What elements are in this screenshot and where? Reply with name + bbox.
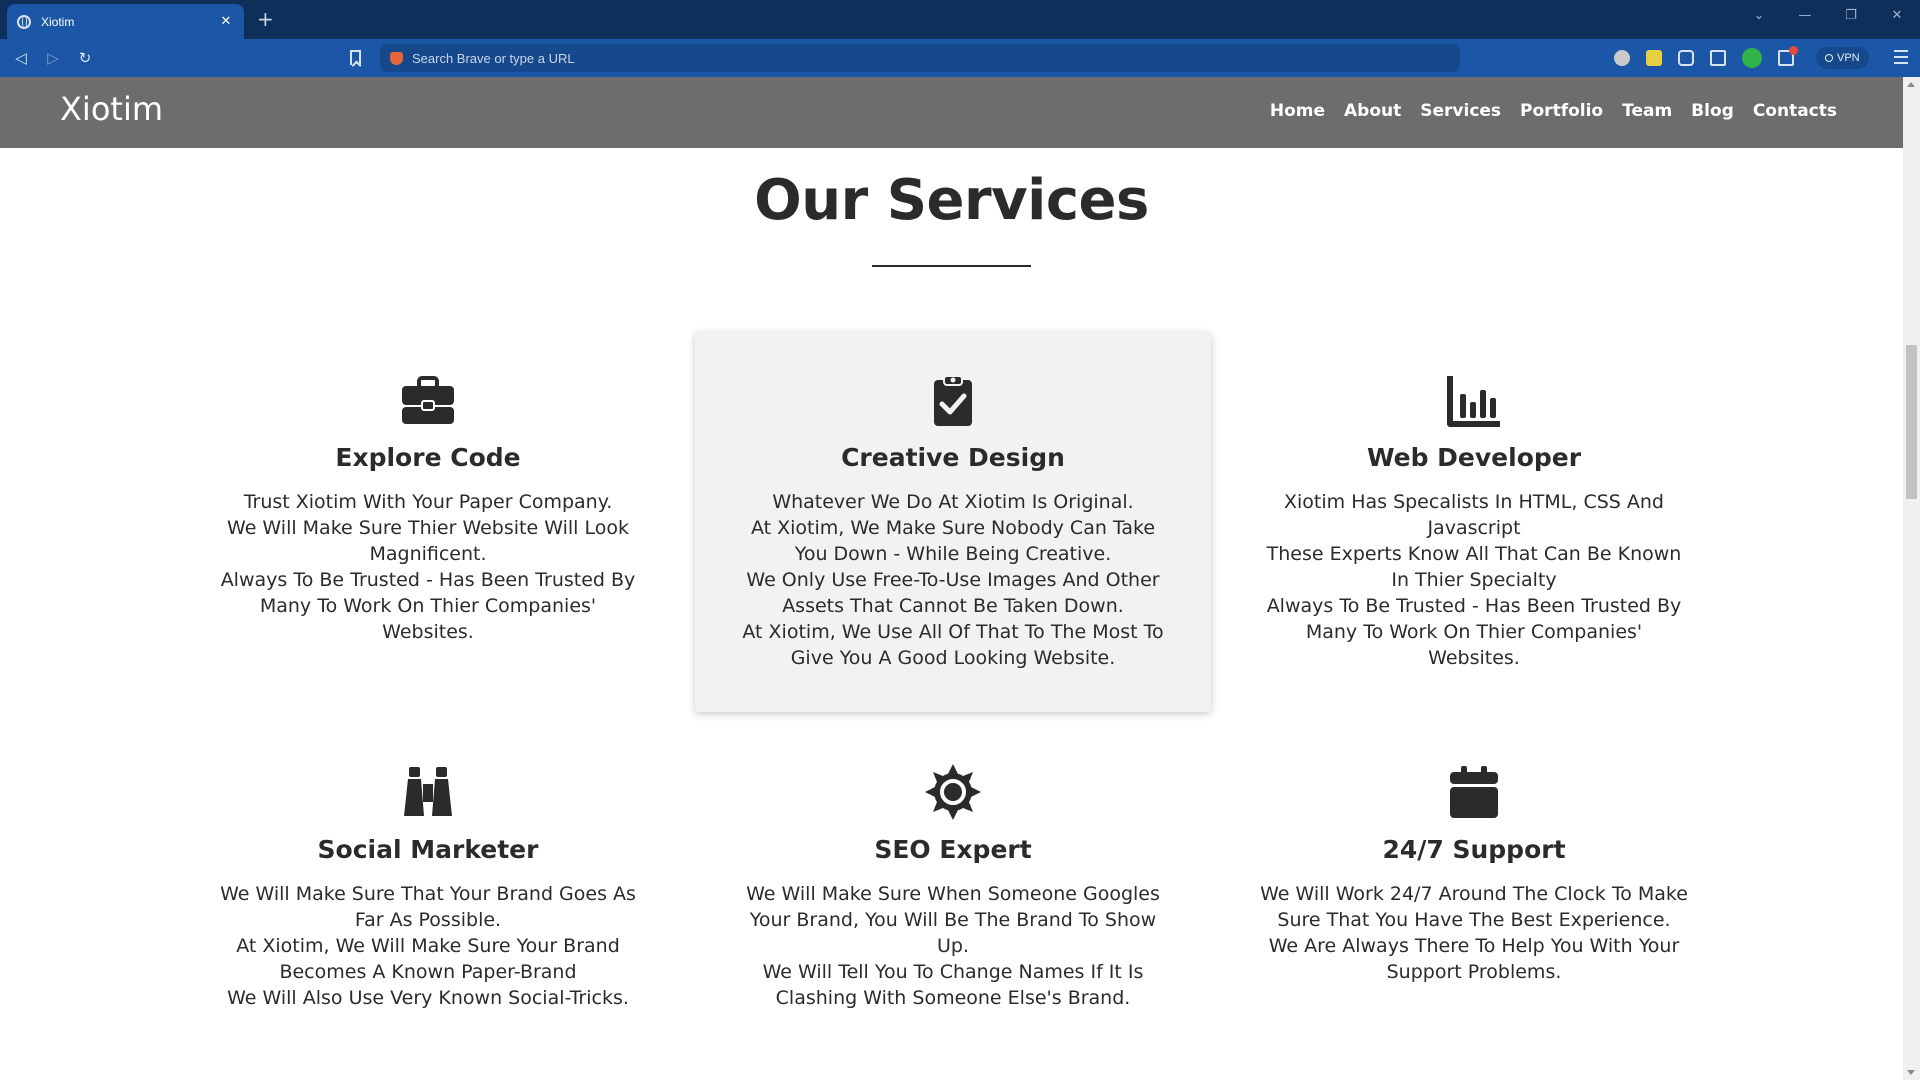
section-title: Our Services [754,168,1149,233]
service-card-social-marketer: Social Marketer We Will Make Sure That Y… [170,724,686,1044]
tab-search-icon[interactable]: ⌄ [1736,0,1782,30]
scroll-up-icon[interactable] [1907,82,1915,87]
vpn-label: VPN [1837,52,1860,64]
extension-icon[interactable] [1646,50,1662,66]
card-description: We Will Work 24/7 Around The Clock To Ma… [1259,881,1689,985]
card-title: SEO Expert [874,835,1032,864]
card-line: Whatever We Do At Xiotim Is Original. [772,491,1134,513]
card-line: These Experts Know All That Can Be Known… [1266,543,1682,591]
service-card-explore-code: Explore Code Trust Xiotim With Your Pape… [170,332,686,712]
clipboard-check-icon [934,375,972,426]
address-bar[interactable] [380,44,1460,72]
reload-icon[interactable]: ↻ [74,47,96,69]
forward-icon[interactable]: ▷ [42,47,64,69]
card-line: We Will Tell You To Change Names If It I… [762,961,1144,1009]
card-line: We Will Make Sure That Your Brand Goes A… [220,883,636,931]
site-nav-links: Home About Services Portfolio Team Blog … [1251,101,1837,121]
bookmark-icon[interactable] [350,50,361,65]
page-viewport: Xiotim Home About Services Portfolio Tea… [0,77,1903,1080]
title-divider [872,265,1031,267]
card-title: 24/7 Support [1382,835,1566,864]
card-description: We Will Make Sure When Someone Googles Y… [738,881,1168,1011]
scroll-down-icon[interactable] [1907,1070,1915,1075]
restore-icon[interactable]: ❐ [1828,0,1874,30]
service-card-creative-design[interactable]: Creative Design Whatever We Do At Xiotim… [695,332,1211,712]
calendar-icon [1450,766,1498,818]
tab-title: Xiotim [41,14,75,29]
bar-chart-icon [1447,376,1500,427]
site-navbar: Xiotim Home About Services Portfolio Tea… [0,77,1903,148]
site-logo[interactable]: Xiotim [60,90,163,128]
close-window-icon[interactable]: ✕ [1874,0,1920,30]
card-line: We Will Also Use Very Known Social-Trick… [227,987,629,1009]
extensions-area: VPN [1614,46,1869,69]
page-scrollbar[interactable] [1903,77,1920,1080]
globe-icon [17,14,31,29]
card-line: We Will Make Sure Thier Website Will Loo… [227,517,629,565]
nav-about[interactable]: About [1344,101,1401,121]
sidebar-icon[interactable] [1710,50,1726,66]
card-line: Always To Be Trusted - Has Been Trusted … [1266,595,1682,669]
card-line: We Are Always There To Help You With You… [1268,935,1680,983]
card-title: Creative Design [841,443,1065,472]
card-line: We Will Make Sure When Someone Googles Y… [746,883,1160,957]
service-card-24-7-support: 24/7 Support We Will Work 24/7 Around Th… [1216,724,1732,1044]
profile-icon[interactable] [1742,48,1762,68]
browser-tab-bar: Xiotim ✕ + ⌄ — ❐ ✕ [0,0,1920,39]
browser-toolbar: ◁ ▷ ↻ VPN [0,39,1920,77]
card-line: We Only Use Free-To-Use Images And Other… [746,569,1160,617]
card-description: Whatever We Do At Xiotim Is Original. At… [738,489,1168,671]
active-tab[interactable]: Xiotim ✕ [7,4,244,39]
url-input[interactable] [412,50,1312,66]
service-card-seo-expert: SEO Expert We Will Make Sure When Someon… [695,724,1211,1044]
card-line: At Xiotim, We Will Make Sure Your Brand … [236,935,620,983]
scroll-thumb[interactable] [1906,345,1917,499]
puzzle-icon[interactable] [1678,50,1694,66]
card-title: Social Marketer [317,835,539,864]
nav-blog[interactable]: Blog [1691,101,1734,121]
brave-shield-icon[interactable] [390,51,403,65]
tab-close-icon[interactable]: ✕ [218,14,234,29]
card-description: Trust Xiotim With Your Paper Company. We… [213,489,643,645]
minimize-icon[interactable]: — [1782,0,1828,30]
card-description: We Will Make Sure That Your Brand Goes A… [213,881,643,1011]
card-line: At Xiotim, We Use All Of That To The Mos… [742,621,1164,669]
card-title: Explore Code [335,443,521,472]
gear-sun-icon [925,764,981,820]
menu-icon[interactable] [1894,50,1908,64]
card-line: Trust Xiotim With Your Paper Company. [243,491,613,513]
card-description: Xiotim Has Specalists In HTML, CSS And J… [1259,489,1689,671]
wallet-icon[interactable] [1778,46,1798,66]
new-tab-button[interactable]: + [257,8,274,30]
card-line: We Will Work 24/7 Around The Clock To Ma… [1260,883,1688,931]
vpn-button[interactable]: VPN [1816,47,1869,69]
nav-portfolio[interactable]: Portfolio [1520,101,1603,121]
card-title: Web Developer [1366,443,1582,472]
briefcase-icon [402,376,454,424]
card-line: Xiotim Has Specalists In HTML, CSS And J… [1284,491,1664,539]
nav-home[interactable]: Home [1270,101,1325,121]
extension-icon[interactable] [1614,50,1630,66]
back-icon[interactable]: ◁ [10,47,32,69]
card-line: At Xiotim, We Make Sure Nobody Can Take … [750,517,1156,565]
nav-contacts[interactable]: Contacts [1753,101,1837,121]
vpn-icon [1825,54,1833,62]
service-card-web-developer: Web Developer Xiotim Has Specalists In H… [1216,332,1732,712]
nav-team[interactable]: Team [1622,101,1672,121]
window-controls: ⌄ — ❐ ✕ [1736,0,1920,30]
nav-services[interactable]: Services [1420,101,1501,121]
binoculars-icon [404,767,452,816]
card-line: Always To Be Trusted - Has Been Trusted … [220,569,636,643]
